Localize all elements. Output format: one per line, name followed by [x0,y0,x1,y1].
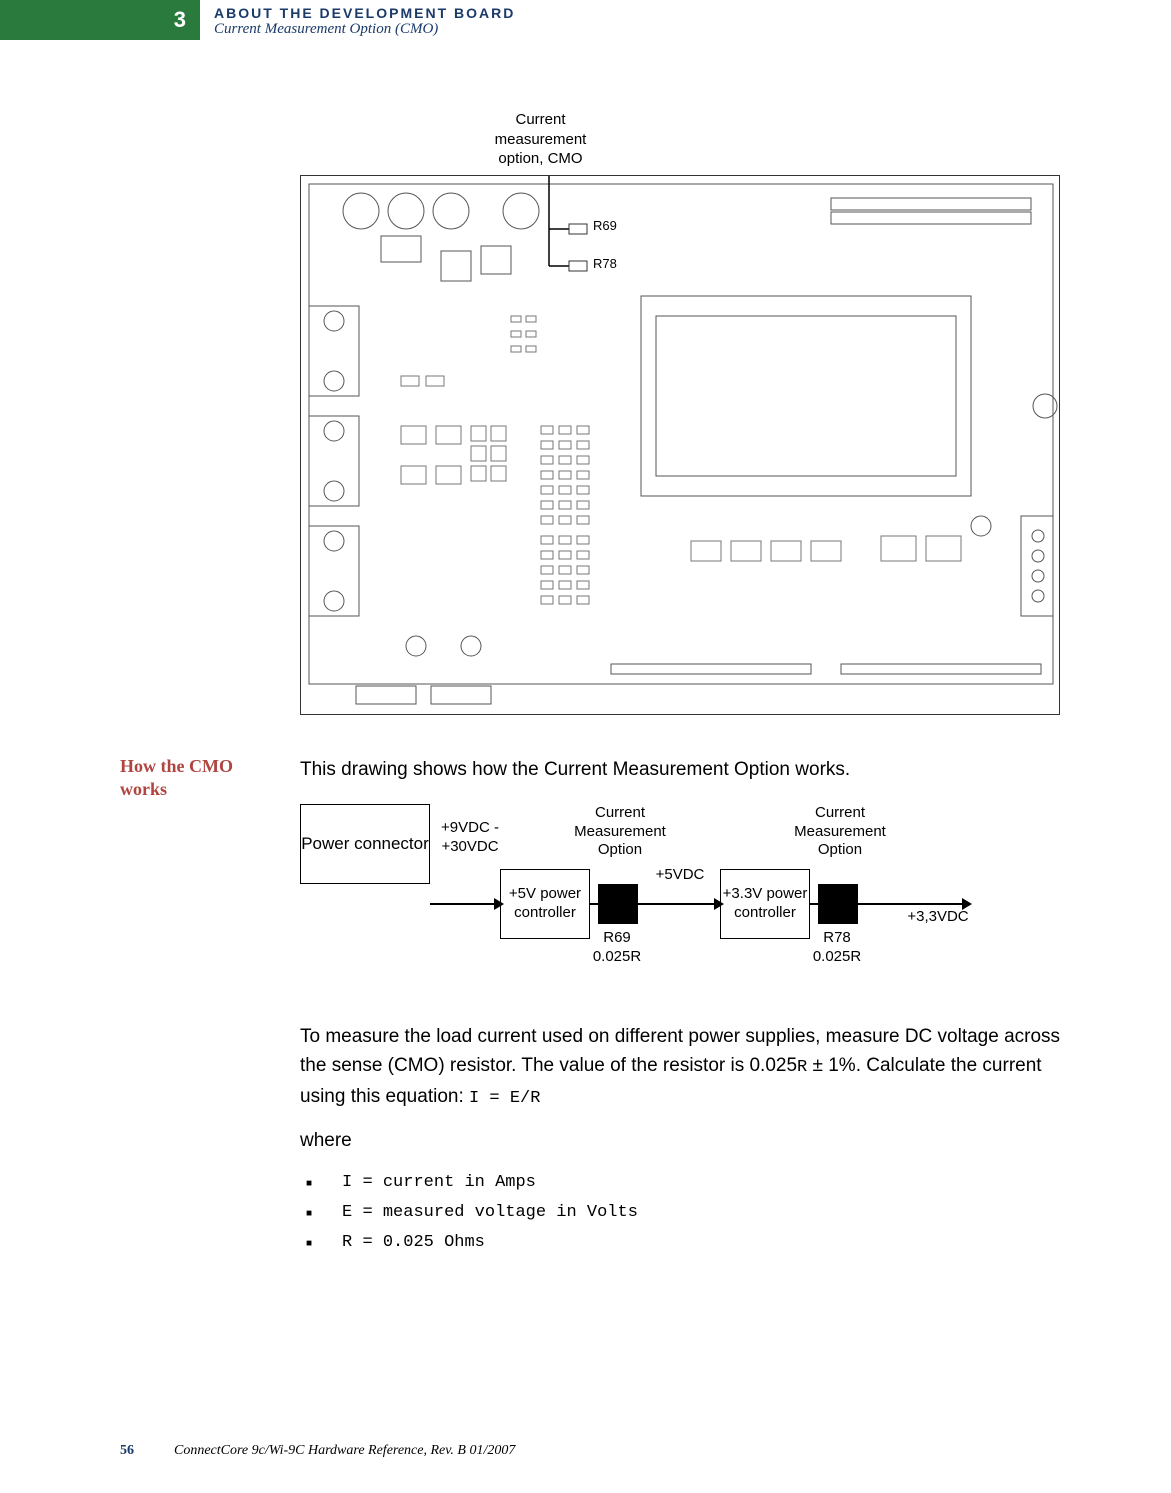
resistor-unit: R [797,1058,807,1077]
def-current-text: I = current in Amps [342,1170,536,1196]
power-connector-box: Power connector [300,804,430,884]
pcb-layout-image: R69 R78 [300,175,1060,715]
chapter-number: 3 [0,0,200,40]
main-content: Current measurement option, CMO [0,40,1171,1261]
pcb-caption-line3: option, CMO [498,150,582,167]
r78-label: R78 0.025R [802,929,872,967]
33v-controller-box: +3.3V power controller [720,869,810,939]
section-subtitle: Current Measurement Option (CMO) [214,21,515,38]
intro-paragraph: This drawing shows how the Current Measu… [300,755,1061,784]
r69-cmo-box [598,884,638,924]
document-reference: ConnectCore 9c/Wi-9C Hardware Reference,… [174,1443,515,1459]
r78-value: 0.025R [813,948,861,965]
r78-cmo-box [818,884,858,924]
r69-name: R69 [603,929,631,946]
r78-name: R78 [823,929,851,946]
how-cmo-works-section: How the CMO works This drawing shows how… [120,755,1061,1261]
where-label: where [300,1126,1061,1155]
pcb-callout-r69: R69 [593,218,617,233]
r69-value: 0.025R [593,948,641,965]
page-header: 3 ABOUT THE DEVELOPMENT BOARD Current Me… [0,0,1171,40]
header-text-block: ABOUT THE DEVELOPMENT BOARD Current Meas… [200,0,515,40]
equation: I = E/R [469,1089,540,1108]
33vdc-label: +3,3VDC [898,908,978,927]
5v-controller-box: +5V power controller [500,869,590,939]
def-resistance: R = 0.025 Ohms [306,1230,1061,1256]
page-number: 56 [120,1443,134,1459]
5vdc-label: +5VDC [650,866,710,885]
pcb-callout-r78: R78 [593,256,617,271]
def-voltage-text: E = measured voltage in Volts [342,1200,638,1226]
cmo1-title: Current Measurement Option [560,804,680,860]
def-resistance-text: R = 0.025 Ohms [342,1230,485,1256]
cmo-block-diagram: Power connector +5V power controller +3.… [300,804,1061,994]
cmo2-title: Current Measurement Option [780,804,900,860]
def-current: I = current in Amps [306,1170,1061,1196]
section-body: This drawing shows how the Current Measu… [300,755,1061,1261]
r69-label: R69 0.025R [582,929,652,967]
pcb-svg [301,176,1060,715]
pcb-caption-line1: Current [515,111,565,128]
page-footer: 56 ConnectCore 9c/Wi-9C Hardware Referen… [120,1443,515,1459]
pcb-caption: Current measurement option, CMO [20,110,1061,169]
pcb-caption-line2: measurement [495,131,587,148]
measure-paragraph: To measure the load current used on diff… [300,1022,1061,1112]
section-heading: How the CMO works [120,755,270,1261]
def-voltage: E = measured voltage in Volts [306,1200,1061,1226]
definitions-list: I = current in Amps E = measured voltage… [300,1170,1061,1257]
input-voltage-label: +9VDC - +30VDC [430,819,510,857]
section-title: ABOUT THE DEVELOPMENT BOARD [214,5,515,21]
pcb-figure: Current measurement option, CMO [300,110,1061,715]
